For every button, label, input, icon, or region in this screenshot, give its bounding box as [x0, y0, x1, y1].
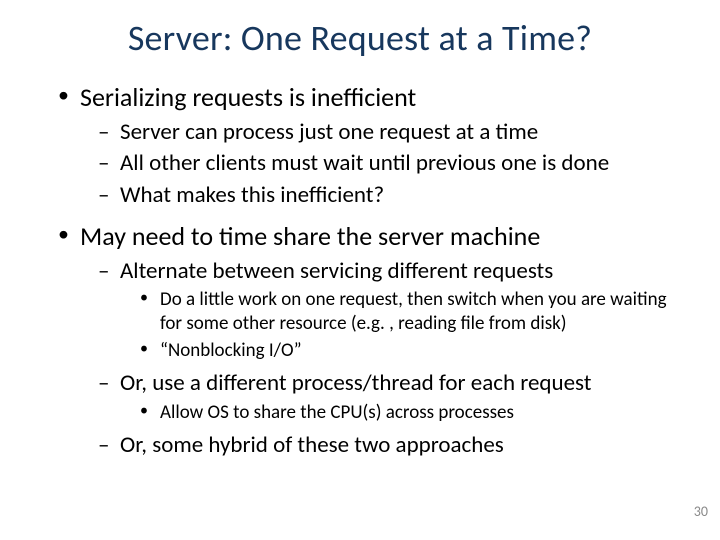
list-item: All other clients must wait until previo… — [120, 149, 690, 178]
list-item: Serializing requests is inefficient Serv… — [80, 81, 690, 210]
bullet-list-level3: Do a little work on one request, then sw… — [120, 288, 690, 363]
list-item: “Nonblocking I/O” — [160, 339, 680, 363]
list-item: Alternate between servicing different re… — [120, 257, 690, 363]
list-item: May need to time share the server machin… — [80, 220, 690, 460]
list-item: Or, some hybrid of these two approaches — [120, 431, 690, 460]
list-item: Allow OS to share the CPU(s) across proc… — [160, 401, 680, 425]
bullet-text: Or, use a different process/thread for e… — [120, 369, 591, 397]
bullet-list-level2: Server can process just one request at a… — [80, 118, 690, 210]
bullet-text: Serializing requests is inefficient — [80, 81, 416, 113]
page-number: 30 — [694, 503, 708, 520]
bullet-text: Allow OS to share the CPU(s) across proc… — [160, 401, 514, 424]
slide: Server: One Request at a Time? Serializi… — [0, 0, 720, 540]
bullet-text: Alternate between servicing different re… — [120, 257, 553, 285]
list-item: Do a little work on one request, then sw… — [160, 288, 680, 337]
list-item: What makes this inefficient? — [120, 181, 690, 210]
bullet-text: All other clients must wait until previo… — [120, 149, 609, 177]
bullet-text: Do a little work on one request, then sw… — [160, 288, 667, 335]
bullet-list-level2: Alternate between servicing different re… — [80, 257, 690, 461]
list-item: Or, use a different process/thread for e… — [120, 369, 690, 425]
bullet-list-level1: Serializing requests is inefficient Serv… — [30, 81, 690, 460]
bullet-text: What makes this inefficient? — [120, 181, 384, 209]
bullet-text: Server can process just one request at a… — [120, 118, 538, 146]
bullet-text: May need to time share the server machin… — [80, 220, 540, 252]
slide-title: Server: One Request at a Time? — [30, 18, 690, 59]
bullet-text: “Nonblocking I/O” — [160, 339, 302, 362]
bullet-list-level3: Allow OS to share the CPU(s) across proc… — [120, 401, 690, 425]
bullet-text: Or, some hybrid of these two approaches — [120, 431, 504, 459]
list-item: Server can process just one request at a… — [120, 118, 690, 147]
